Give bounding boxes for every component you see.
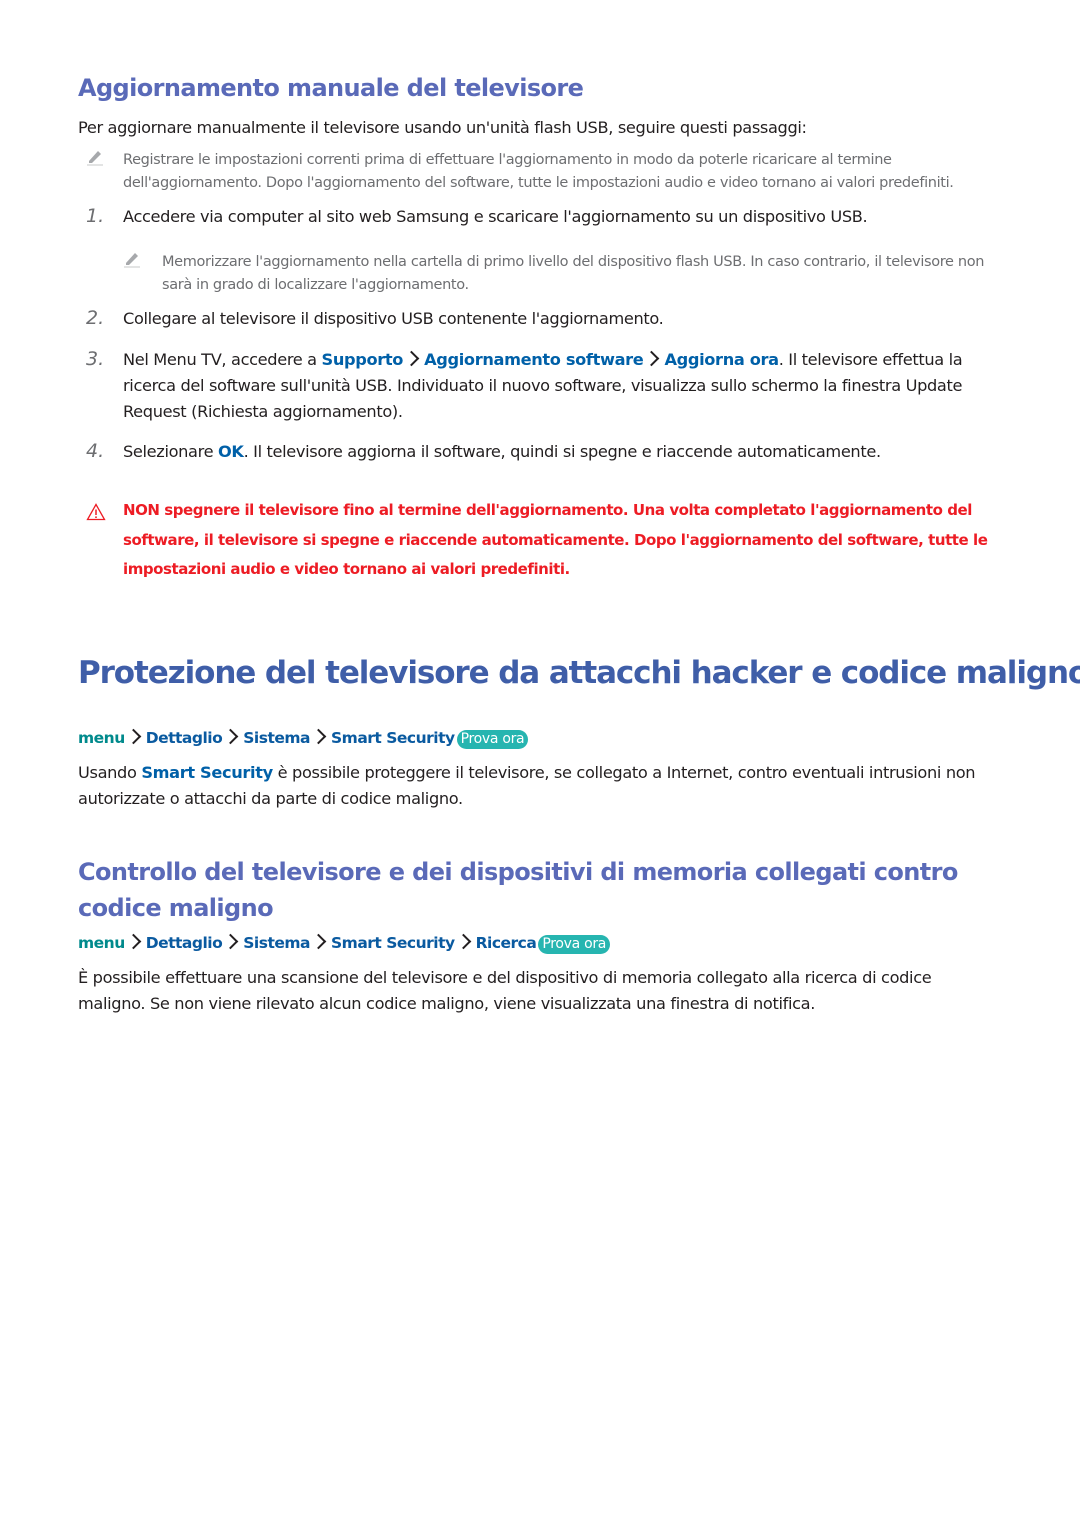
step-text-before: Nel Menu TV, accedere a (123, 350, 322, 369)
step-note: Memorizzare l'aggiornamento nella cartel… (162, 254, 985, 293)
note-save-settings: Registrare le impostazioni correnti prim… (123, 152, 954, 191)
step-text: Accedere via computer al sito web Samsun… (123, 207, 868, 226)
breadcrumb-smart-security: Smart Security (331, 729, 455, 747)
chevron-right-icon (222, 728, 239, 745)
breadcrumb-menu: menu (78, 729, 125, 747)
menu-path-breadcrumb: menu Dettaglio Sistema Smart Security Ricerc… (78, 933, 611, 954)
scan-paragraph: È possibile effettuare una scansione del… (78, 968, 932, 1013)
try-now-button[interactable]: Prova ora (456, 730, 529, 749)
breadcrumb-dettaglio: Dettaglio (145, 729, 223, 747)
chevron-right-icon (403, 350, 420, 367)
chevron-right-icon (125, 933, 142, 950)
menu-path-breadcrumb: menu Dettaglio Sistema Smart Security Prova … (78, 728, 529, 749)
smart-security-highlight: Smart Security (141, 763, 273, 782)
menu-path-aggiornamento-software: Aggiornamento software (424, 350, 644, 369)
step-text-before: Selezionare (123, 442, 218, 461)
breadcrumb-dettaglio: Dettaglio (145, 934, 223, 952)
breadcrumb-ricerca: Ricerca (475, 934, 537, 952)
breadcrumb-sistema: Sistema (243, 729, 310, 747)
body-text-before: Usando (78, 763, 142, 782)
chevron-right-icon (222, 933, 239, 950)
step-number: 2. (86, 307, 105, 329)
breadcrumb-menu: menu (78, 934, 125, 952)
step-text: Nel Menu TV, accedere a Supporto Aggiorna… (123, 347, 1003, 425)
step-text: Collegare al televisore il dispositivo U… (123, 309, 664, 328)
chevron-right-icon (125, 728, 142, 745)
breadcrumb-sistema: Sistema (243, 934, 310, 952)
step-number: 1. (86, 205, 105, 227)
warning-triangle-icon (86, 503, 106, 521)
try-now-button[interactable]: Prova ora (538, 935, 611, 954)
chevron-right-icon (310, 933, 327, 950)
chevron-right-icon (644, 350, 660, 367)
pencil-note-icon (87, 151, 103, 166)
chevron-right-icon (310, 728, 327, 745)
step-number: 3. (86, 348, 105, 370)
menu-path-aggiorna-ora: Aggiorna ora (664, 350, 779, 369)
section-title-scan: Controllo del televisore e dei dispositi… (78, 858, 958, 922)
ok-highlight: OK (217, 442, 244, 461)
step-text: Selezionare OK. Il televisore aggiorna i… (123, 439, 1003, 465)
smart-security-paragraph: Usando Smart Security è possibile proteg… (78, 760, 1003, 812)
chevron-right-icon (455, 933, 471, 950)
step-text-after: . Il televisore aggiorna il software, qu… (243, 442, 882, 461)
pencil-note-icon (124, 253, 140, 268)
menu-path-supporto: Supporto (321, 350, 404, 369)
section-title-manual-update: Aggiornamento manuale del televisore (78, 74, 584, 102)
intro-paragraph: Per aggiornare manualmente il televisore… (78, 118, 807, 137)
breadcrumb-smart-security: Smart Security (331, 934, 455, 952)
step-number: 4. (86, 440, 105, 462)
warning-text: NON spegnere il televisore fino al termi… (123, 501, 988, 578)
section-title-protection: Protezione del televisore da attacchi ha… (78, 655, 1080, 691)
